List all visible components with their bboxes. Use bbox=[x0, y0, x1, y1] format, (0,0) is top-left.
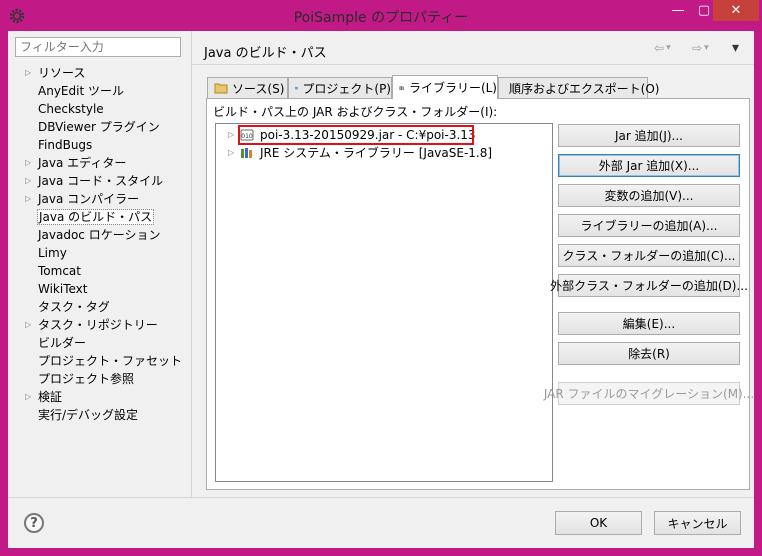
forward-arrow-icon[interactable]: ⇨ ▾ bbox=[692, 40, 709, 56]
nav-tree-item[interactable]: Limy bbox=[8, 244, 188, 262]
close-button[interactable]: ✕ bbox=[713, 0, 759, 21]
nav-tree-item[interactable]: Javadoc ロケーション bbox=[8, 226, 188, 244]
red-highlight-box bbox=[238, 125, 474, 145]
nav-tree-item[interactable]: プロジェクト・ファセット bbox=[8, 352, 188, 370]
nav-tree-item-label: Java のビルド・パス bbox=[36, 209, 155, 225]
remove-button[interactable]: 除去(R) bbox=[558, 342, 740, 365]
library-icon bbox=[399, 85, 405, 90]
list-item-label: JRE システム・ライブラリー [JavaSE-1.8] bbox=[260, 146, 493, 160]
title-bar[interactable]: PoiSample のプロパティー — ▢ ✕ bbox=[0, 0, 762, 32]
nav-tree-item-label: Javadoc ロケーション bbox=[38, 228, 161, 242]
nav-tree-item-label: WikiText bbox=[38, 282, 88, 296]
nav-tree-item-label: Tomcat bbox=[38, 264, 81, 278]
expand-arrow-icon[interactable]: ▷ bbox=[25, 388, 35, 406]
nav-tree-item[interactable]: タスク・タグ bbox=[8, 298, 188, 316]
nav-tree-item-label: AnyEdit ツール bbox=[38, 84, 124, 98]
nav-tree-item-label: ビルダー bbox=[38, 336, 87, 350]
nav-tree-item[interactable]: 実行/デバッグ設定 bbox=[8, 406, 188, 424]
cancel-button[interactable]: キャンセル bbox=[654, 511, 741, 535]
add-external-jar-button[interactable]: 外部 Jar 追加(X)... bbox=[558, 154, 740, 177]
nav-tree-item-label: Java エディター bbox=[38, 156, 127, 170]
nav-tree-item[interactable]: ビルダー bbox=[8, 334, 188, 352]
nav-tree-item-label: タスク・リポジトリー bbox=[38, 318, 158, 332]
back-arrow-icon[interactable]: ⇦ ▾ bbox=[654, 40, 671, 56]
nav-tree-item-label: 検証 bbox=[38, 390, 63, 404]
nav-tree-item[interactable]: プロジェクト参照 bbox=[8, 370, 188, 388]
pane-divider[interactable] bbox=[191, 31, 192, 497]
tab-projects[interactable]: プロジェクト(P) bbox=[288, 77, 392, 98]
nav-tree-item-label: プロジェクト・ファセット bbox=[38, 354, 183, 368]
nav-tree-item-label: リソース bbox=[38, 66, 86, 80]
nav-tree-item[interactable]: ▷ リソース bbox=[8, 64, 188, 82]
expand-arrow-icon[interactable]: ▷ bbox=[25, 172, 35, 190]
build-path-entries-list[interactable]: ▷ 010 poi-3.13-20150929.jar - C:¥poi-3.1… bbox=[215, 123, 553, 482]
nav-tree-item[interactable]: DBViewer プラグイン bbox=[8, 118, 188, 136]
nav-tree-item[interactable]: Java のビルド・パス bbox=[8, 208, 188, 226]
tab-order-export[interactable]: 順序およびエクスポート(O) bbox=[498, 77, 659, 98]
nav-tree-item[interactable]: ▷ 検証 bbox=[8, 388, 188, 406]
nav-tree-item-label: 実行/デバッグ設定 bbox=[38, 408, 139, 422]
nav-tree-item[interactable]: ▷ Java コンパイラー bbox=[8, 190, 188, 208]
view-menu-icon[interactable]: ▾ bbox=[732, 40, 739, 56]
nav-tree-item[interactable]: ▷ Java エディター bbox=[8, 154, 188, 172]
footer-separator bbox=[8, 497, 754, 498]
minimize-button[interactable]: — bbox=[665, 0, 691, 21]
properties-window: PoiSample のプロパティー — ▢ ✕ ▷リソースAnyEdit ツール… bbox=[0, 0, 762, 556]
nav-tree-item[interactable]: ▷ Java コード・スタイル bbox=[8, 172, 188, 190]
add-library-button[interactable]: ライブラリーの追加(A)... bbox=[558, 214, 740, 237]
add-class-folder-button[interactable]: クラス・フォルダーの追加(C)... bbox=[558, 244, 740, 267]
help-icon[interactable]: ? bbox=[24, 513, 44, 533]
add-jar-button[interactable]: Jar 追加(J)... bbox=[558, 124, 740, 147]
nav-tree-item-label: タスク・タグ bbox=[38, 300, 110, 314]
window-title: PoiSample のプロパティー bbox=[293, 10, 469, 26]
nav-tree-item-label: Limy bbox=[38, 246, 67, 260]
expand-arrow-icon[interactable]: ▷ bbox=[25, 190, 35, 208]
list-item[interactable]: ▷ JRE システム・ライブラリー [JavaSE-1.8] bbox=[216, 144, 546, 162]
nav-tree-item[interactable]: ▷ タスク・リポジトリー bbox=[8, 316, 188, 334]
expand-arrow-icon[interactable]: ▷ bbox=[25, 64, 35, 82]
tab-source[interactable]: ソース(S) bbox=[207, 77, 288, 98]
edit-button[interactable]: 編集(E)... bbox=[558, 312, 740, 335]
expand-arrow-icon[interactable]: ▷ bbox=[25, 316, 35, 334]
source-folder-icon bbox=[214, 83, 228, 94]
nav-tree-item[interactable]: Tomcat bbox=[8, 262, 188, 280]
nav-tree-item-label: プロジェクト参照 bbox=[38, 372, 135, 386]
nav-tree-item[interactable]: FindBugs bbox=[8, 136, 188, 154]
expand-arrow-icon[interactable]: ▷ bbox=[228, 126, 234, 144]
page-title: Java のビルド・パス bbox=[204, 46, 327, 61]
nav-tree-item-label: Java コード・スタイル bbox=[38, 174, 164, 188]
ok-button[interactable]: OK bbox=[555, 511, 642, 535]
dialog-client-area: ▷リソースAnyEdit ツールCheckstyleDBViewer プラグイン… bbox=[8, 31, 754, 548]
nav-tree-item-label: Java コンパイラー bbox=[38, 192, 140, 206]
migrate-jar-button[interactable]: JAR ファイルのマイグレーション(M)... bbox=[544, 382, 754, 405]
add-variable-button[interactable]: 変数の追加(V)... bbox=[558, 184, 740, 207]
nav-tree-item[interactable]: Checkstyle bbox=[8, 100, 188, 118]
jre-library-icon bbox=[241, 148, 252, 158]
add-external-class-folder-button[interactable]: 外部クラス・フォルダーの追加(D)... bbox=[550, 274, 748, 297]
filter-input[interactable] bbox=[15, 37, 181, 57]
nav-tree-item-label: FindBugs bbox=[38, 138, 93, 152]
expand-arrow-icon[interactable]: ▷ bbox=[25, 154, 35, 172]
nav-tree-item-label: Checkstyle bbox=[38, 102, 104, 116]
property-page-tree: ▷ リソース AnyEdit ツール Checkstyle DBViewer プラグイン… bbox=[8, 64, 188, 424]
nav-tree-item-label: DBViewer プラグイン bbox=[38, 120, 160, 134]
expand-arrow-icon[interactable]: ▷ bbox=[228, 144, 234, 162]
tab-libraries[interactable]: ライブラリー(L) bbox=[392, 75, 498, 99]
project-icon bbox=[295, 86, 299, 90]
nav-tree-item[interactable]: WikiText bbox=[8, 280, 188, 298]
build-path-label: ビルド・パス上の JAR およびクラス・フォルダー(I): bbox=[213, 105, 498, 119]
header-separator bbox=[192, 64, 754, 65]
nav-tree-item[interactable]: AnyEdit ツール bbox=[8, 82, 188, 100]
